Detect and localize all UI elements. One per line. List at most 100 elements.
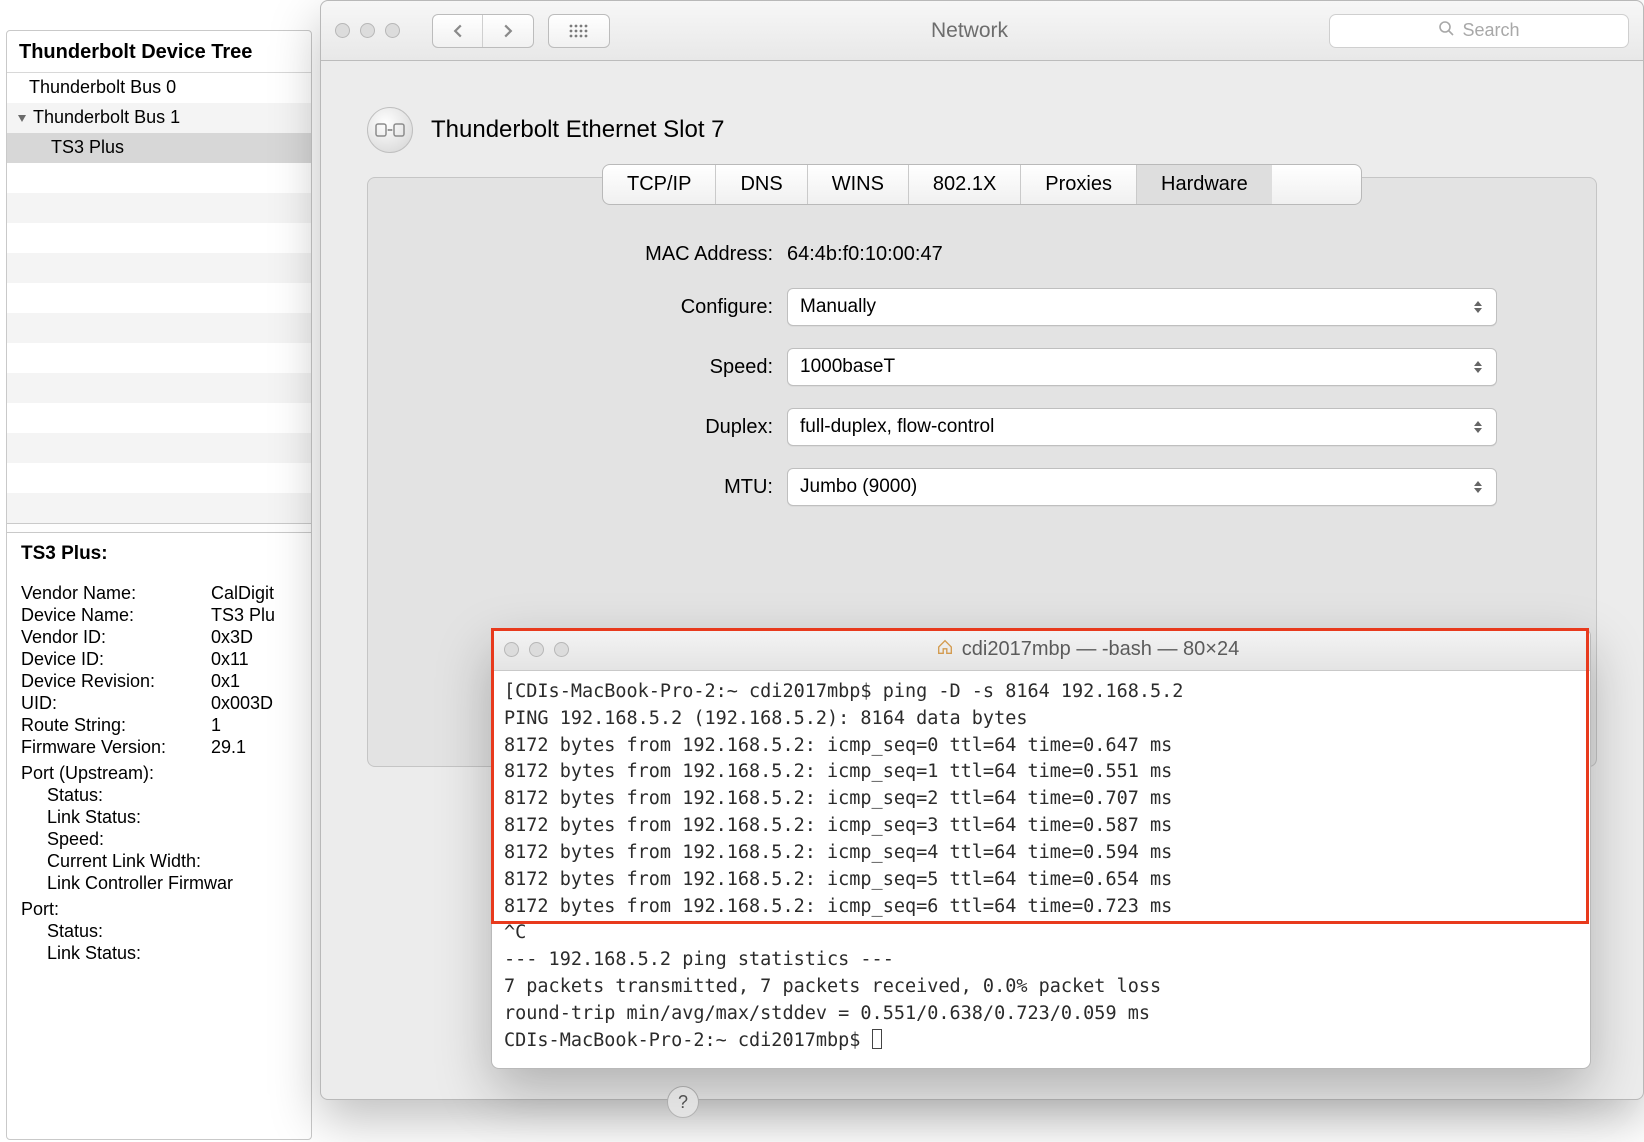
tree-item-ts3plus[interactable]: TS3 Plus: [7, 133, 311, 163]
system-info-panel: Thunderbolt Device Tree Thunderbolt Bus …: [6, 30, 312, 1140]
label-link-status-2: Link Status:: [21, 943, 297, 964]
terminal-line: 8172 bytes from 192.168.5.2: icmp_seq=4 …: [504, 840, 1578, 867]
value-device-name: TS3 Plu: [211, 605, 297, 626]
tab-dns[interactable]: DNS: [716, 165, 807, 204]
label-device-name: Device Name:: [21, 605, 201, 626]
ethernet-icon: [367, 107, 413, 153]
window-title: Network: [624, 19, 1315, 43]
terminal-line: --- 192.168.5.2 ping statistics ---: [504, 947, 1578, 974]
label-status: Status:: [21, 785, 297, 806]
tab-wins[interactable]: WINS: [808, 165, 909, 204]
select-speed-value: 1000baseT: [800, 356, 895, 378]
terminal-window: cdi2017mbp — -bash — 80×24 [CDIs-MacBook…: [491, 628, 1591, 1069]
disclosure-triangle-icon[interactable]: [15, 111, 29, 125]
help-icon: ?: [678, 1092, 688, 1113]
minimize-icon[interactable]: [360, 23, 375, 38]
label-mac-address: MAC Address:: [467, 243, 787, 266]
back-button[interactable]: [433, 15, 483, 47]
fullscreen-icon[interactable]: [554, 642, 569, 657]
search-placeholder: Search: [1462, 20, 1519, 41]
sysinfo-header: Thunderbolt Device Tree: [7, 31, 311, 73]
help-button[interactable]: ?: [667, 1086, 699, 1118]
value-mac-address: 64:4b:f0:10:00:47: [787, 243, 1497, 266]
terminal-line: 8172 bytes from 192.168.5.2: icmp_seq=1 …: [504, 759, 1578, 786]
label-firmware-version: Firmware Version:: [21, 737, 201, 758]
terminal-line: CDIs-MacBook-Pro-2:~ cdi2017mbp$: [504, 1028, 1578, 1055]
terminal-line: round-trip min/avg/max/stddev = 0.551/0.…: [504, 1001, 1578, 1028]
select-mtu[interactable]: Jumbo (9000): [787, 468, 1497, 506]
label-mtu: MTU:: [467, 476, 787, 499]
home-icon: [936, 638, 954, 662]
value-uid: 0x003D: [211, 693, 297, 714]
terminal-line: [CDIs-MacBook-Pro-2:~ cdi2017mbp$ ping -…: [504, 679, 1578, 706]
label-port: Port:: [21, 895, 297, 920]
search-icon: [1438, 20, 1454, 41]
tab-hardware[interactable]: Hardware: [1137, 165, 1272, 204]
value-vendor-id: 0x3D: [211, 627, 297, 648]
label-configure: Configure:: [467, 296, 787, 319]
label-device-revision: Device Revision:: [21, 671, 201, 692]
label-vendor-name: Vendor Name:: [21, 583, 201, 604]
tree-item-bus0[interactable]: Thunderbolt Bus 0: [7, 73, 311, 103]
select-mtu-value: Jumbo (9000): [800, 476, 917, 498]
terminal-title-text: cdi2017mbp — -bash — 80×24: [962, 638, 1239, 661]
terminal-line: 8172 bytes from 192.168.5.2: icmp_seq=3 …: [504, 813, 1578, 840]
forward-button[interactable]: [483, 15, 533, 47]
tab-8021x[interactable]: 802.1X: [909, 165, 1021, 204]
tree-item-label: TS3 Plus: [51, 137, 124, 158]
terminal-traffic-lights: [504, 642, 569, 657]
tabs: TCP/IP DNS WINS 802.1X Proxies Hardware: [602, 164, 1362, 205]
device-details: TS3 Plus: Vendor Name: CalDigit Device N…: [7, 533, 311, 974]
select-speed[interactable]: 1000baseT: [787, 348, 1497, 386]
label-current-link-width: Current Link Width:: [21, 851, 297, 872]
label-device-id: Device ID:: [21, 649, 201, 670]
tab-tcpip[interactable]: TCP/IP: [603, 165, 716, 204]
splitter[interactable]: [7, 523, 311, 533]
chevron-updown-icon: [1466, 413, 1490, 441]
terminal-output[interactable]: [CDIs-MacBook-Pro-2:~ cdi2017mbp$ ping -…: [492, 671, 1590, 1068]
value-device-revision: 0x1: [211, 671, 297, 692]
value-route-string: 1: [211, 715, 297, 736]
interface-header: Thunderbolt Ethernet Slot 7: [367, 107, 1597, 153]
terminal-line: 8172 bytes from 192.168.5.2: icmp_seq=5 …: [504, 867, 1578, 894]
close-icon[interactable]: [504, 642, 519, 657]
value-firmware-version: 29.1: [211, 737, 297, 758]
hardware-form: MAC Address: 64:4b:f0:10:00:47 Configure…: [467, 243, 1497, 506]
terminal-line: ^C: [504, 920, 1578, 947]
tree-empty-rows: [7, 163, 311, 523]
terminal-title: cdi2017mbp — -bash — 80×24: [597, 638, 1578, 662]
grid-icon: [549, 15, 609, 47]
select-configure[interactable]: Manually: [787, 288, 1497, 326]
tree-item-label: Thunderbolt Bus 0: [29, 77, 176, 98]
nav-back-forward: [432, 14, 534, 48]
label-speed: Speed:: [21, 829, 297, 850]
search-input[interactable]: Search: [1329, 14, 1629, 48]
tree-item-bus1[interactable]: Thunderbolt Bus 1: [7, 103, 311, 133]
label-route-string: Route String:: [21, 715, 201, 736]
fullscreen-icon[interactable]: [385, 23, 400, 38]
label-link-controller-fw: Link Controller Firmwar: [21, 873, 297, 894]
interface-title: Thunderbolt Ethernet Slot 7: [431, 116, 725, 144]
label-status-2: Status:: [21, 921, 297, 942]
terminal-line: PING 192.168.5.2 (192.168.5.2): 8164 dat…: [504, 706, 1578, 733]
label-speed: Speed:: [467, 356, 787, 379]
terminal-line: 8172 bytes from 192.168.5.2: icmp_seq=6 …: [504, 894, 1578, 921]
value-vendor-name: CalDigit: [211, 583, 297, 604]
label-port-upstream: Port (Upstream):: [21, 759, 297, 784]
select-duplex-value: full-duplex, flow-control: [800, 416, 994, 438]
chevron-updown-icon: [1466, 293, 1490, 321]
titlebar: Network Search: [321, 1, 1643, 61]
traffic-lights: [335, 23, 400, 38]
terminal-line: 8172 bytes from 192.168.5.2: icmp_seq=2 …: [504, 786, 1578, 813]
select-configure-value: Manually: [800, 296, 876, 318]
terminal-titlebar: cdi2017mbp — -bash — 80×24: [492, 629, 1590, 671]
terminal-line: 8172 bytes from 192.168.5.2: icmp_seq=0 …: [504, 733, 1578, 760]
details-title: TS3 Plus:: [21, 543, 297, 565]
minimize-icon[interactable]: [529, 642, 544, 657]
label-vendor-id: Vendor ID:: [21, 627, 201, 648]
show-all-button[interactable]: [548, 14, 610, 48]
select-duplex[interactable]: full-duplex, flow-control: [787, 408, 1497, 446]
close-icon[interactable]: [335, 23, 350, 38]
label-duplex: Duplex:: [467, 416, 787, 439]
tab-proxies[interactable]: Proxies: [1021, 165, 1137, 204]
